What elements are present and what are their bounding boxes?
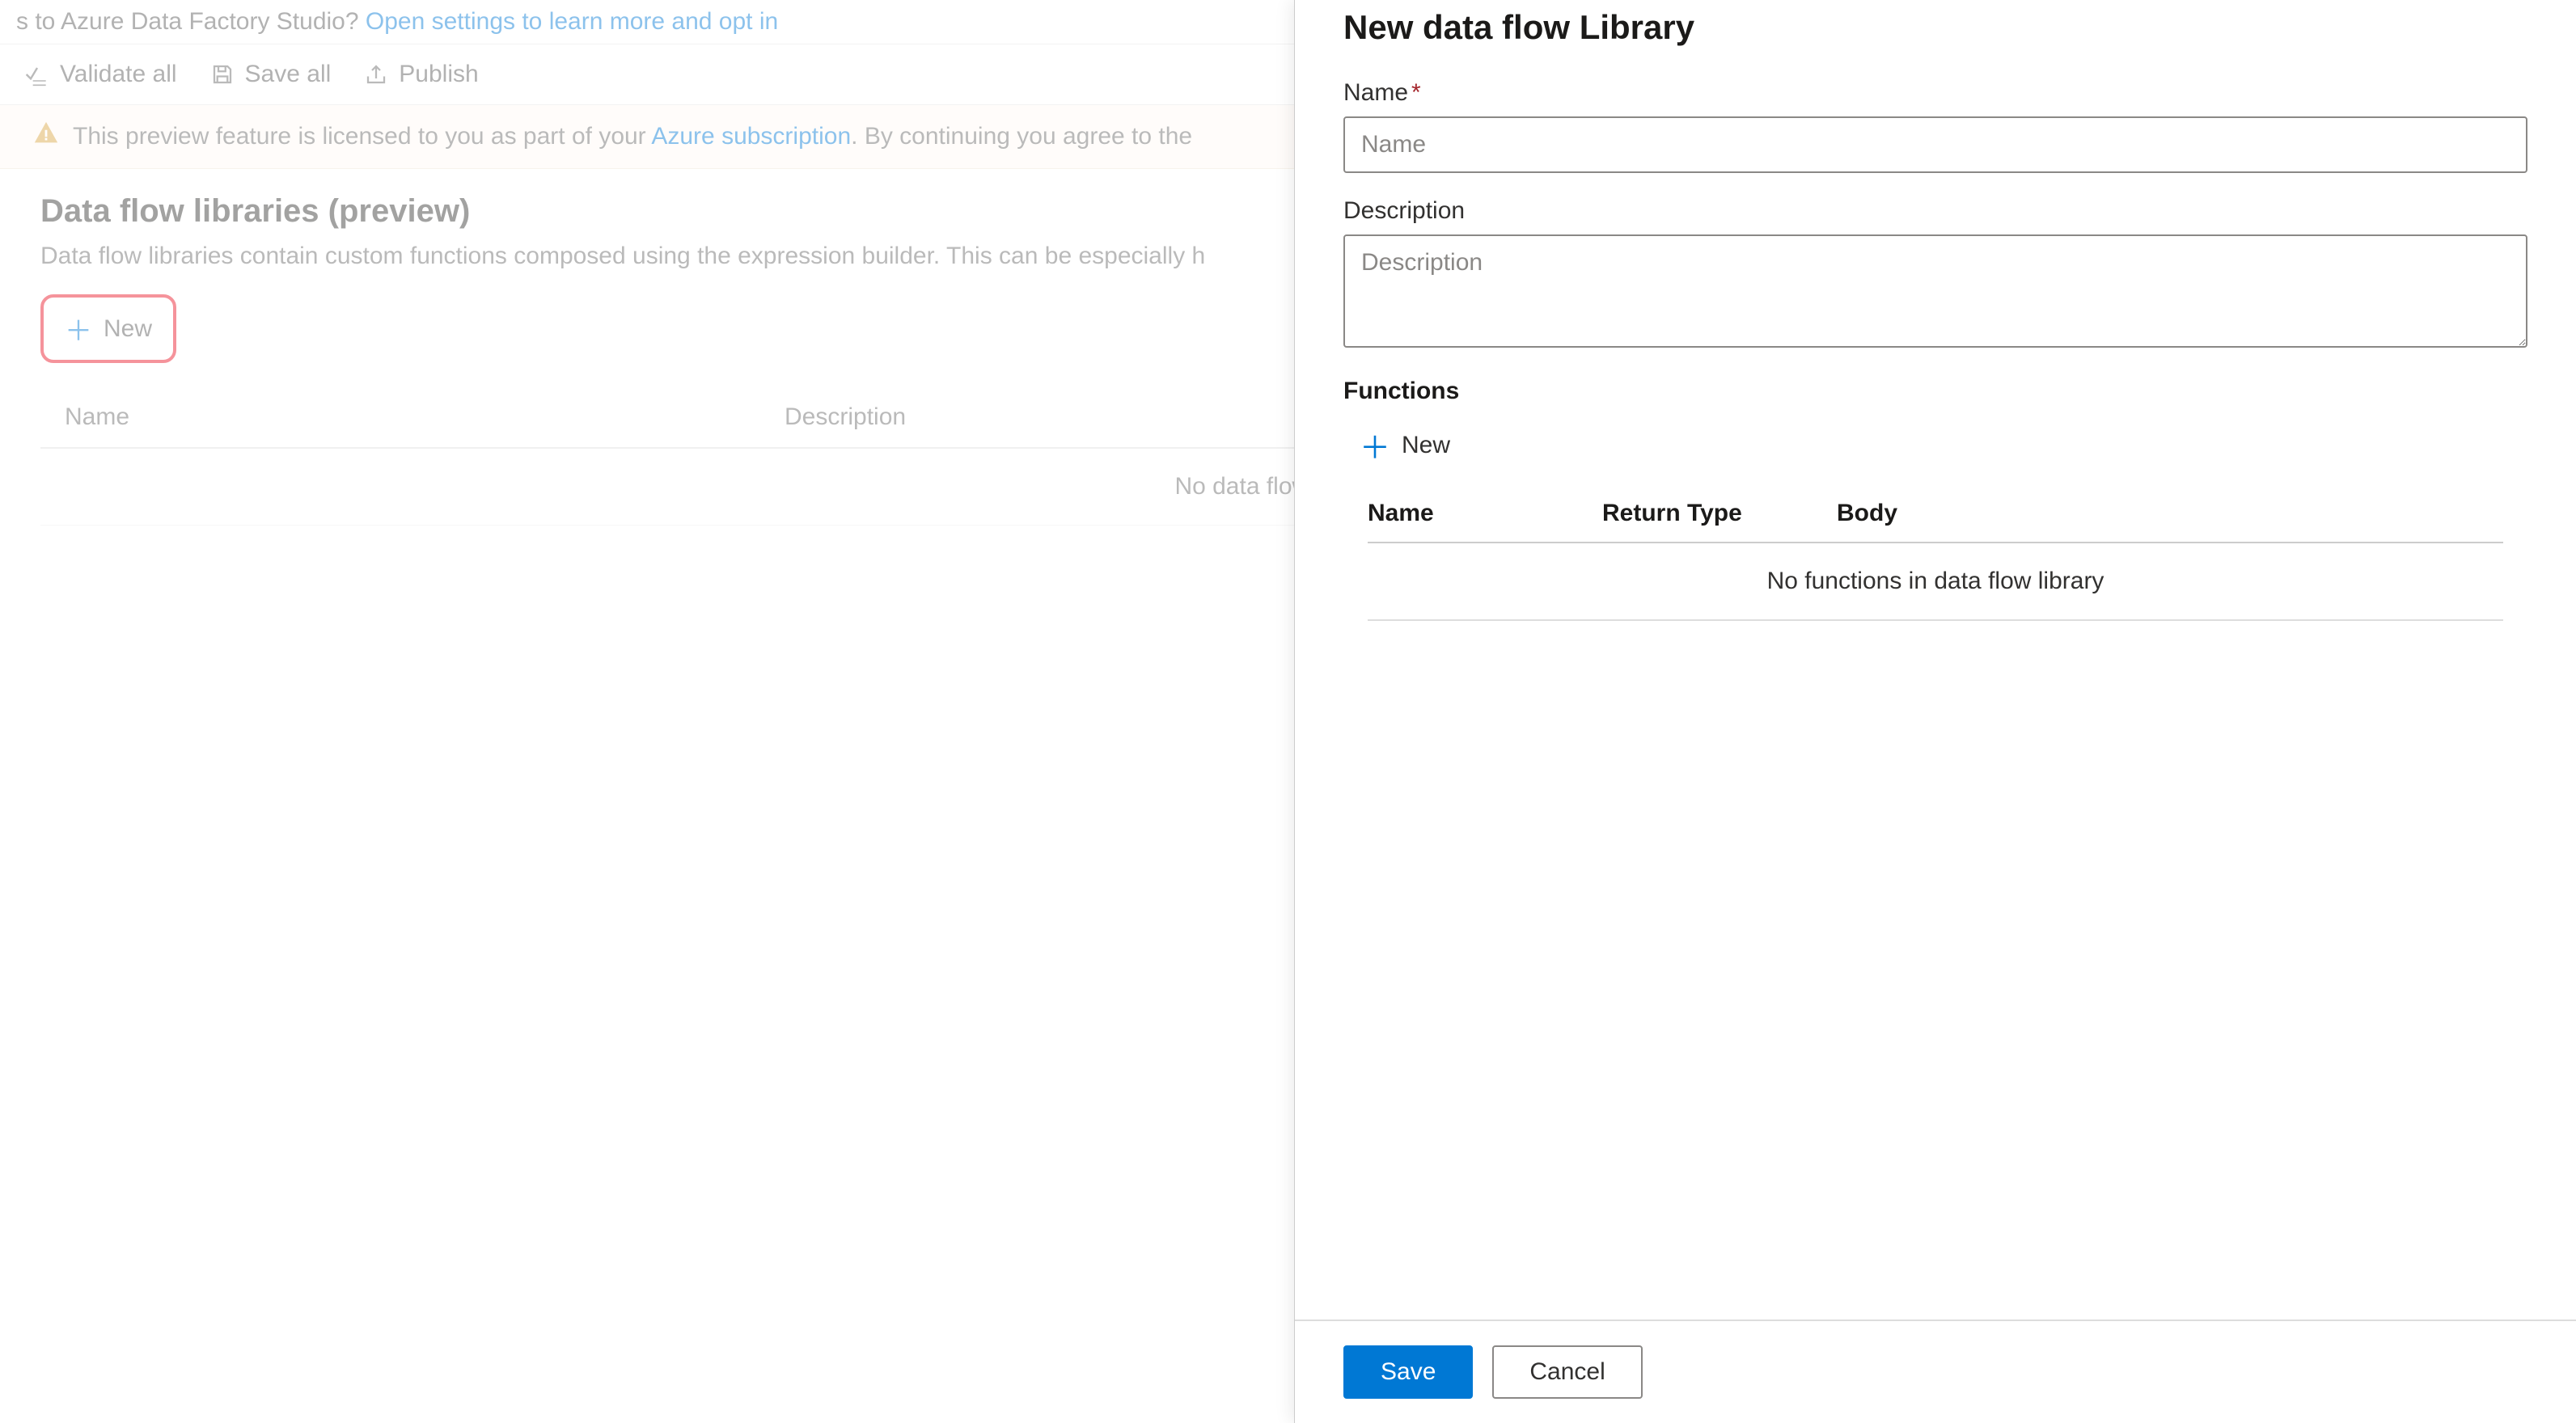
name-input[interactable] [1343, 116, 2527, 173]
fcol-header-return: Return Type [1602, 500, 1837, 527]
required-indicator: * [1411, 79, 1421, 106]
cancel-button[interactable]: Cancel [1492, 1345, 1642, 1399]
functions-table-header: Name Return Type Body [1368, 485, 2503, 543]
preview-notice-suffix: . By continuing you agree to the [851, 123, 1192, 150]
add-function-button[interactable]: ＋ New [1343, 415, 1466, 475]
validate-all-label: Validate all [60, 61, 177, 88]
name-field: Name* [1343, 79, 2527, 173]
preview-notice-prefix: This preview feature is licensed to you … [73, 123, 651, 150]
save-button[interactable]: Save [1343, 1345, 1473, 1399]
save-all-label: Save all [245, 61, 332, 88]
opt-in-banner-text: s to Azure Data Factory Studio? [16, 8, 366, 35]
fcol-header-body: Body [1837, 500, 2503, 527]
plus-icon: ＋ [1360, 423, 1390, 467]
publish-label: Publish [399, 61, 478, 88]
functions-empty-message: No functions in data flow library [1368, 543, 2503, 621]
save-all-button[interactable]: Save all [209, 61, 332, 88]
save-icon [209, 61, 235, 87]
plus-icon: ＋ [65, 309, 92, 348]
panel-footer: Save Cancel [1295, 1320, 2576, 1423]
description-label: Description [1343, 197, 2527, 225]
upload-icon [363, 61, 389, 87]
checkmark-list-icon [24, 61, 50, 87]
warning-icon [32, 120, 60, 154]
functions-section: Functions ＋ New Name Return Type Body No… [1343, 378, 2527, 621]
col-header-name: Name [40, 403, 785, 431]
publish-button[interactable]: Publish [363, 61, 478, 88]
opt-in-link[interactable]: Open settings to learn more and opt in [366, 8, 778, 35]
validate-all-button[interactable]: Validate all [24, 61, 177, 88]
functions-label: Functions [1343, 378, 2527, 405]
new-library-button[interactable]: ＋ New [40, 294, 176, 363]
azure-subscription-link[interactable]: Azure subscription [651, 123, 851, 150]
description-input[interactable] [1343, 234, 2527, 348]
name-label: Name* [1343, 79, 2527, 107]
new-library-panel: New data flow Library Name* Description … [1294, 0, 2576, 1423]
new-library-label: New [104, 315, 152, 343]
functions-table: Name Return Type Body No functions in da… [1343, 485, 2527, 621]
add-function-label: New [1402, 432, 1450, 459]
fcol-header-name: Name [1368, 500, 1602, 527]
description-field: Description [1343, 197, 2527, 353]
panel-title: New data flow Library [1343, 8, 2527, 47]
